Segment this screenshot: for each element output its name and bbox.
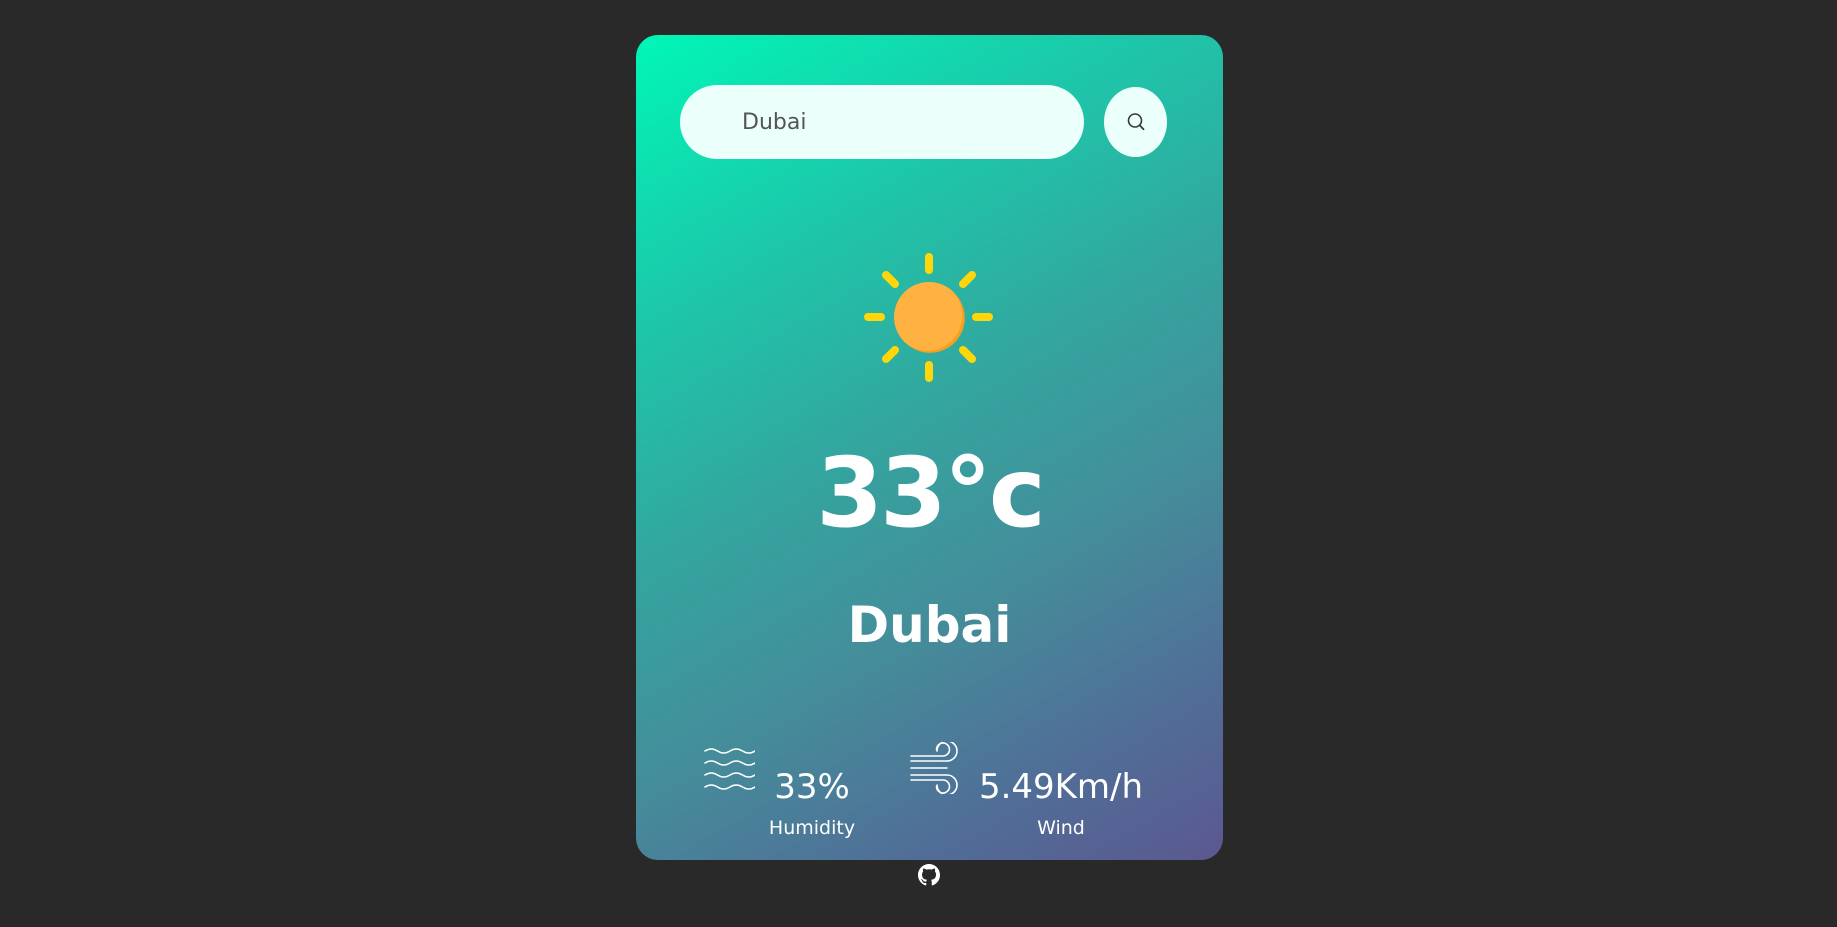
wind-value: 5.49Km/h [978, 767, 1144, 807]
temperature-display: 33°c [816, 437, 1046, 549]
weather-card: 33°c Dubai 33% Humidity 5.49Km/h Wind [636, 35, 1223, 860]
humidity-value: 33% [774, 767, 850, 807]
search-button[interactable] [1104, 87, 1167, 157]
humidity-label: Humidity [768, 817, 856, 839]
humidity-waves-icon [703, 745, 756, 799]
wind-label: Wind [1037, 817, 1085, 839]
city-name: Dubai [847, 596, 1012, 654]
city-search-input[interactable] [680, 85, 1084, 159]
wind-icon [909, 740, 961, 796]
github-icon[interactable] [918, 864, 940, 886]
sun-icon [856, 245, 1001, 390]
search-icon [1125, 111, 1147, 133]
